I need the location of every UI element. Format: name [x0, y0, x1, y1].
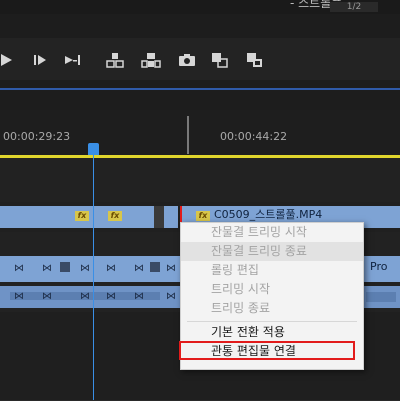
playhead-line [93, 155, 94, 400]
highlight-box [179, 341, 355, 360]
lift-icon[interactable] [210, 50, 230, 70]
overwrite-icon[interactable] [141, 50, 161, 70]
keyframe-icon[interactable]: ⋈ [134, 292, 144, 302]
ruler-marker [187, 116, 189, 154]
fx-badge: fx [196, 211, 210, 221]
keyframe-icon[interactable]: ⋈ [42, 292, 52, 302]
playhead-handle[interactable] [88, 143, 99, 155]
timecode-label: 00:00:44:22 [220, 130, 288, 143]
extract-icon[interactable] [245, 50, 265, 70]
menu-item-ripple-trim-start[interactable]: 잔물결 트리밍 시작 [181, 223, 363, 242]
menu-item-trim-end[interactable]: 트리밍 종료 [181, 299, 363, 318]
video-clip[interactable] [164, 206, 178, 228]
keyframe-icon[interactable]: ⋈ [106, 264, 116, 274]
transport-toolbar [0, 38, 400, 80]
video-track-empty[interactable] [0, 158, 400, 203]
fx-badge [60, 262, 70, 272]
keyframe-icon[interactable]: ⋈ [166, 292, 176, 302]
keyframe-icon[interactable]: ⋈ [14, 264, 24, 274]
clip-gap[interactable] [154, 206, 164, 228]
go-to-out-icon[interactable] [63, 50, 83, 70]
clip-title: C0509_스트롤풀.MP4 [214, 208, 323, 221]
keyframe-icon[interactable]: ⋈ [42, 264, 52, 274]
waveform [366, 292, 396, 302]
insert-icon[interactable] [105, 50, 125, 70]
source-dropdown[interactable]: 1/2 [330, 2, 378, 12]
fx-badge [150, 262, 160, 272]
menu-separator [187, 321, 357, 322]
camera-icon[interactable] [177, 50, 197, 70]
panel-divider [0, 88, 400, 90]
keyframe-icon[interactable]: ⋈ [80, 292, 90, 302]
keyframe-icon[interactable]: ⋈ [80, 264, 90, 274]
step-forward-icon[interactable] [30, 50, 50, 70]
fx-badge: fx [108, 211, 122, 221]
menu-item-ripple-trim-end[interactable]: 잔물결 트리밍 종료 [181, 242, 363, 261]
keyframe-icon[interactable]: ⋈ [166, 264, 176, 274]
audio-clip-label: Pro [370, 260, 388, 273]
menu-item-apply-default-transition[interactable]: 기본 전환 적용 [181, 323, 363, 342]
fx-badge: fx [75, 211, 89, 221]
menu-item-trim-start[interactable]: 트리밍 시작 [181, 280, 363, 299]
time-ruler[interactable]: 00:00:29:23 00:00:44:22 [0, 110, 400, 156]
menu-item-roll-edit[interactable]: 롤링 편집 [181, 261, 363, 280]
keyframe-icon[interactable]: ⋈ [134, 264, 144, 274]
keyframe-icon[interactable]: ⋈ [106, 292, 116, 302]
timecode-label: 00:00:29:23 [3, 130, 71, 143]
keyframe-icon[interactable]: ⋈ [14, 292, 24, 302]
play-icon[interactable] [0, 50, 16, 70]
